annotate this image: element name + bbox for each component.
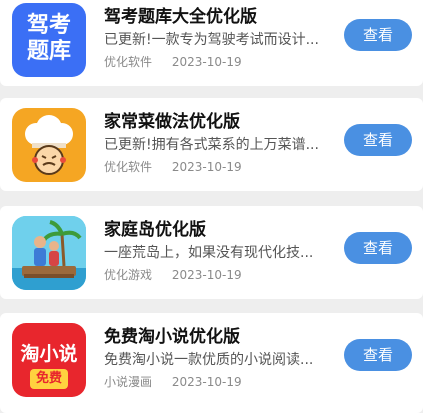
icon-text-line2: 题库: [26, 39, 71, 64]
app-category: 优化软件: [104, 55, 153, 69]
icon-text-line2: 免费: [30, 369, 68, 389]
app-meta: 小说漫画 2023-10-19: [104, 373, 242, 390]
app-date: 2023-10-19: [171, 55, 242, 69]
app-date: 2023-10-19: [171, 160, 242, 174]
app-description: 免费淘小说一款优质的小说阅读...: [104, 352, 314, 368]
view-button[interactable]: 查看: [344, 124, 412, 156]
taoxiaoshuo-icon[interactable]: 淘小说 免费: [12, 323, 86, 397]
app-title[interactable]: 免费淘小说优化版: [104, 322, 240, 347]
icon-text-line1: 驾考: [26, 13, 71, 38]
list-item[interactable]: 家常菜做法优化版 已更新!拥有各式菜系的上万菜谱... 优化软件 2023-10…: [0, 98, 423, 191]
app-description: 一座荒岛上，如果没有现代化技...: [104, 245, 314, 261]
app-title[interactable]: 家庭岛优化版: [104, 215, 206, 240]
app-meta: 优化游戏 2023-10-19: [104, 266, 242, 283]
jiakao-tiku-icon[interactable]: 驾考 题库: [12, 3, 86, 77]
view-button[interactable]: 查看: [344, 232, 412, 264]
list-item[interactable]: 家庭岛优化版 一座荒岛上，如果没有现代化技... 优化游戏 2023-10-19…: [0, 206, 423, 299]
app-date: 2023-10-19: [171, 268, 242, 282]
view-button[interactable]: 查看: [344, 339, 412, 371]
app-category: 优化游戏: [104, 268, 153, 282]
app-date: 2023-10-19: [171, 375, 242, 389]
family-island-icon[interactable]: [12, 216, 86, 290]
app-meta: 优化软件 2023-10-19: [104, 158, 242, 175]
app-meta: 优化软件 2023-10-19: [104, 53, 242, 70]
app-title[interactable]: 家常菜做法优化版: [104, 107, 240, 132]
list-item[interactable]: 淘小说 免费 免费淘小说优化版 免费淘小说一款优质的小说阅读... 小说漫画 2…: [0, 313, 423, 413]
list-item[interactable]: 驾考 题库 驾考题库大全优化版 已更新!一款专为驾驶考试而设计... 优化软件 …: [0, 0, 423, 86]
chef-hat-icon[interactable]: [12, 108, 86, 182]
app-description: 已更新!一款专为驾驶考试而设计...: [104, 32, 319, 48]
view-button[interactable]: 查看: [344, 19, 412, 51]
app-category: 优化软件: [104, 160, 153, 174]
app-title[interactable]: 驾考题库大全优化版: [104, 2, 257, 27]
app-description: 已更新!拥有各式菜系的上万菜谱...: [104, 137, 319, 153]
icon-text-line1: 淘小说: [20, 343, 78, 365]
app-category: 小说漫画: [104, 375, 153, 389]
